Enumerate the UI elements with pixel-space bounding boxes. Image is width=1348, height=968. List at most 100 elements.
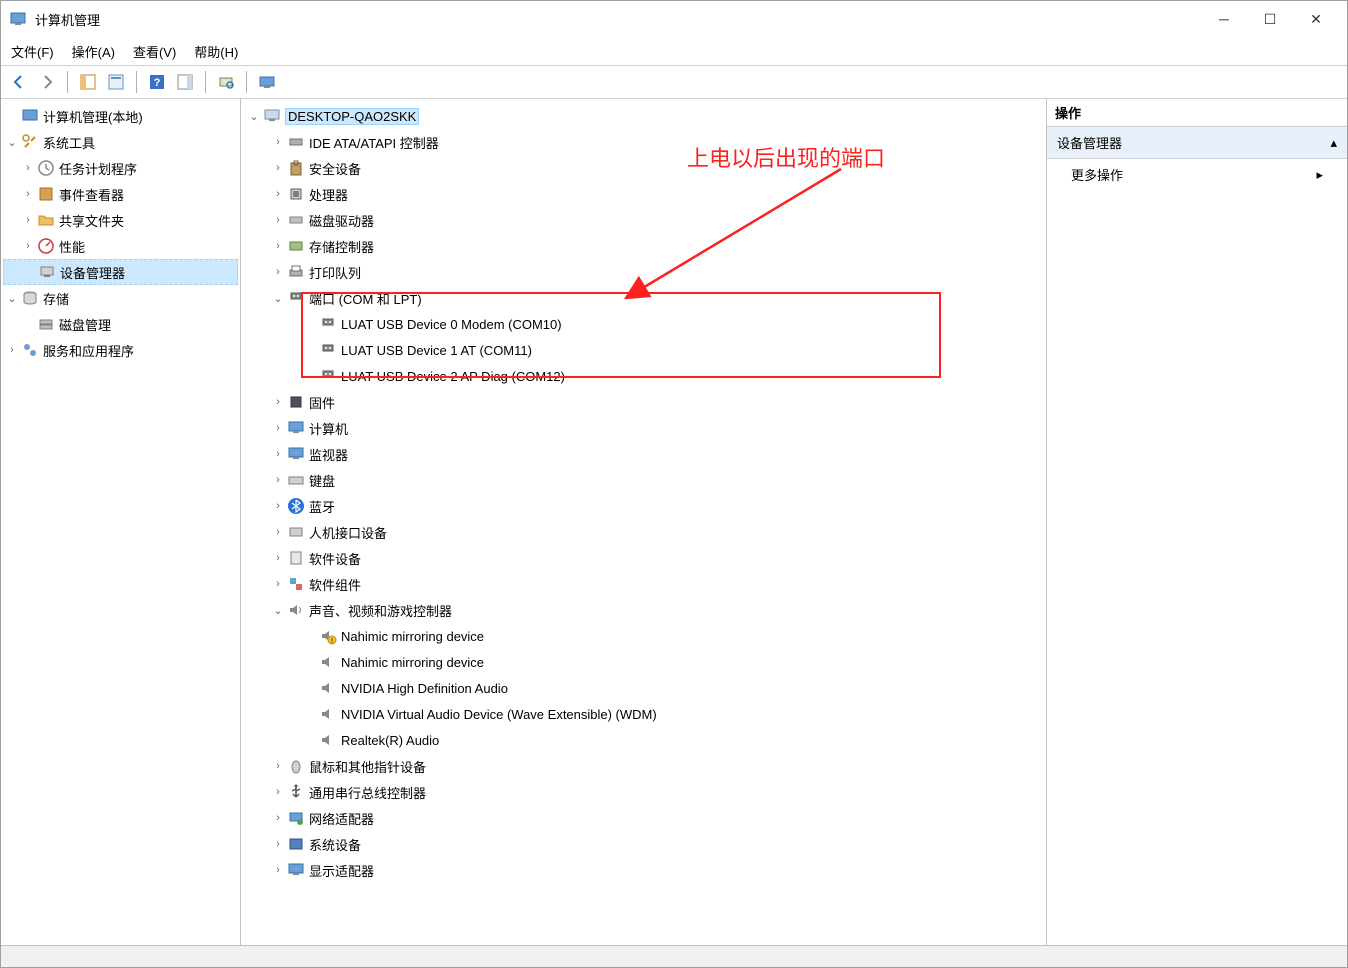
minimize-button[interactable]: ─: [1201, 1, 1247, 37]
device-tree-panel[interactable]: ⌄ DESKTOP-QAO2SKK ›IDE ATA/ATAPI 控制器 ›安全…: [241, 99, 1047, 945]
device-label: 蓝牙: [309, 497, 335, 516]
device-ide[interactable]: ›IDE ATA/ATAPI 控制器: [243, 129, 1044, 155]
device-firmware[interactable]: ›固件: [243, 389, 1044, 415]
chevron-right-icon[interactable]: ›: [5, 344, 19, 356]
app-icon: [9, 10, 27, 28]
tree-item-task-scheduler[interactable]: › 任务计划程序: [3, 155, 238, 181]
maximize-button[interactable]: ☐: [1247, 1, 1293, 37]
device-hid[interactable]: ›人机接口设备: [243, 519, 1044, 545]
security-icon: [287, 159, 305, 177]
chevron-right-icon[interactable]: ›: [21, 188, 35, 200]
device-processor[interactable]: ›处理器: [243, 181, 1044, 207]
device-sound-item[interactable]: ›!Nahimic mirroring device: [243, 623, 1044, 649]
chevron-right-icon[interactable]: ›: [271, 812, 285, 824]
menu-action[interactable]: 操作(A): [72, 42, 115, 61]
device-software-devices[interactable]: ›软件设备: [243, 545, 1044, 571]
device-disk-drives[interactable]: ›磁盘驱动器: [243, 207, 1044, 233]
chevron-down-icon[interactable]: ⌄: [247, 110, 261, 123]
actions-device-mgr[interactable]: 设备管理器 ▴: [1047, 127, 1347, 159]
tree-item-device-manager[interactable]: › 设备管理器: [3, 259, 238, 285]
chevron-right-icon[interactable]: ›: [271, 214, 285, 226]
device-sound-item[interactable]: ›Realtek(R) Audio: [243, 727, 1044, 753]
menu-file[interactable]: 文件(F): [11, 42, 54, 61]
device-computer[interactable]: ›计算机: [243, 415, 1044, 441]
device-bluetooth[interactable]: › 蓝牙: [243, 493, 1044, 519]
chevron-right-icon[interactable]: ›: [271, 136, 285, 148]
device-network[interactable]: ›网络适配器: [243, 805, 1044, 831]
device-print-queue[interactable]: ›打印队列: [243, 259, 1044, 285]
actions-more[interactable]: 更多操作 ▸: [1047, 159, 1347, 190]
mouse-icon: [287, 757, 305, 775]
tree-item-performance[interactable]: › 性能: [3, 233, 238, 259]
device-security[interactable]: ›安全设备: [243, 155, 1044, 181]
tree-item-disk-mgmt[interactable]: › 磁盘管理: [3, 311, 238, 337]
device-software-components[interactable]: ›软件组件: [243, 571, 1044, 597]
collapse-icon[interactable]: ▴: [1330, 135, 1337, 151]
device-sound-item[interactable]: ›Nahimic mirroring device: [243, 649, 1044, 675]
chevron-right-icon[interactable]: ›: [271, 786, 285, 798]
chevron-right-icon[interactable]: ›: [271, 500, 285, 512]
chevron-right-icon[interactable]: ›: [21, 162, 35, 174]
chevron-right-icon[interactable]: ›: [271, 526, 285, 538]
chevron-right-icon[interactable]: ›: [271, 422, 285, 434]
disk-mgmt-icon: [37, 315, 55, 333]
device-storage-ctrl[interactable]: ›存储控制器: [243, 233, 1044, 259]
chevron-down-icon[interactable]: ⌄: [5, 136, 19, 149]
network-icon: [287, 809, 305, 827]
tree-item-services-apps[interactable]: › 服务和应用程序: [3, 337, 238, 363]
device-sound-item[interactable]: ›NVIDIA High Definition Audio: [243, 675, 1044, 701]
scan-hardware-button[interactable]: [214, 70, 238, 94]
titlebar: 计算机管理 ─ ☐ ✕: [1, 1, 1347, 37]
device-ports[interactable]: ⌄端口 (COM 和 LPT): [243, 285, 1044, 311]
display-adapter-icon: [287, 861, 305, 879]
chevron-down-icon[interactable]: ⌄: [271, 604, 285, 617]
device-port-com11[interactable]: ›LUAT USB Device 1 AT (COM11): [243, 337, 1044, 363]
device-port-com10[interactable]: ›LUAT USB Device 0 Modem (COM10): [243, 311, 1044, 337]
device-system-devices[interactable]: › 系统设备: [243, 831, 1044, 857]
device-display[interactable]: ›显示适配器: [243, 857, 1044, 883]
chevron-right-icon[interactable]: ›: [271, 240, 285, 252]
tree-item-system-tools[interactable]: ⌄ 系统工具: [3, 129, 238, 155]
chevron-right-icon[interactable]: ›: [271, 552, 285, 564]
device-sound-item[interactable]: ›NVIDIA Virtual Audio Device (Wave Exten…: [243, 701, 1044, 727]
chevron-right-icon[interactable]: ›: [271, 864, 285, 876]
chevron-right-icon[interactable]: ›: [271, 266, 285, 278]
device-label: 系统设备: [309, 835, 361, 854]
chevron-right-icon[interactable]: ›: [271, 578, 285, 590]
show-hide-tree-button[interactable]: [76, 70, 100, 94]
device-port-com12[interactable]: ›LUAT USB Device 2 AP Diag (COM12): [243, 363, 1044, 389]
chevron-right-icon[interactable]: ›: [271, 162, 285, 174]
device-monitor[interactable]: ›监视器: [243, 441, 1044, 467]
device-mouse[interactable]: ›鼠标和其他指针设备: [243, 753, 1044, 779]
services-icon: [21, 341, 39, 359]
device-label: 键盘: [309, 471, 335, 490]
tree-item-root[interactable]: ▸ 计算机管理(本地): [3, 103, 238, 129]
menu-view[interactable]: 查看(V): [133, 42, 176, 61]
chevron-right-icon[interactable]: ›: [21, 240, 35, 252]
chevron-right-icon[interactable]: ›: [21, 214, 35, 226]
tree-item-storage[interactable]: ⌄ 存储: [3, 285, 238, 311]
help-button[interactable]: ?: [145, 70, 169, 94]
chevron-right-icon[interactable]: ›: [271, 448, 285, 460]
chevron-right-icon[interactable]: ›: [271, 838, 285, 850]
tree-item-shared-folders[interactable]: › 共享文件夹: [3, 207, 238, 233]
device-sound[interactable]: ⌄声音、视频和游戏控制器: [243, 597, 1044, 623]
chevron-down-icon[interactable]: ⌄: [271, 292, 285, 305]
device-keyboard[interactable]: › 键盘: [243, 467, 1044, 493]
close-button[interactable]: ✕: [1293, 1, 1339, 37]
device-usb[interactable]: ›通用串行总线控制器: [243, 779, 1044, 805]
nav-forward-button[interactable]: [35, 70, 59, 94]
tree-item-event-viewer[interactable]: › 事件查看器: [3, 181, 238, 207]
menu-help[interactable]: 帮助(H): [194, 42, 238, 61]
action-pane-button[interactable]: [173, 70, 197, 94]
nav-back-button[interactable]: [7, 70, 31, 94]
chevron-right-icon[interactable]: ›: [271, 474, 285, 486]
left-tree-panel[interactable]: ▸ 计算机管理(本地) ⌄ 系统工具 › 任务计划程序 › 事件查看器 ›: [1, 99, 241, 945]
properties-button[interactable]: [104, 70, 128, 94]
monitors-button[interactable]: [255, 70, 279, 94]
device-root[interactable]: ⌄ DESKTOP-QAO2SKK: [243, 103, 1044, 129]
chevron-down-icon[interactable]: ⌄: [5, 292, 19, 305]
chevron-right-icon[interactable]: ›: [271, 188, 285, 200]
chevron-right-icon[interactable]: ›: [271, 760, 285, 772]
chevron-right-icon[interactable]: ›: [271, 396, 285, 408]
